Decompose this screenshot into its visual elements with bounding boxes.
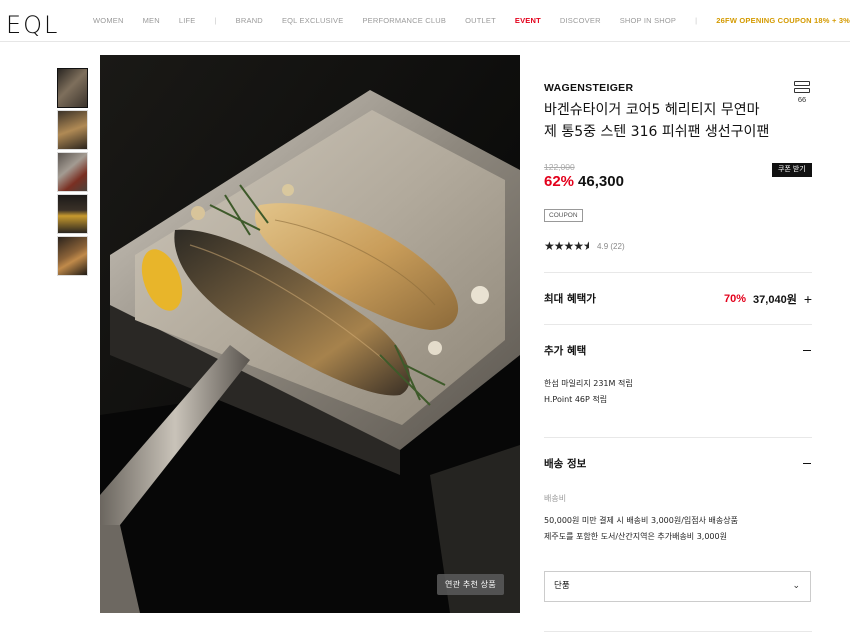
discount-rate: 62% — [544, 173, 575, 190]
rating-score: 4.9 (22) — [597, 241, 625, 251]
shipping-section: 배송 정보 배송비 50,000원 미만 결제 시 배송비 3,000원/입점사… — [544, 437, 812, 571]
thumbnail-4[interactable] — [57, 194, 88, 234]
thumbnail-5[interactable] — [57, 236, 88, 276]
related-products-button[interactable]: 연관 추천 상품 — [437, 574, 505, 595]
get-coupon-button[interactable]: 쿠폰 받기 — [772, 163, 812, 177]
fish-pan-illustration — [100, 55, 520, 613]
nav-brand[interactable]: BRAND — [236, 16, 263, 25]
original-price: 122,000 — [544, 162, 575, 172]
max-benefit-price: 37,040원 — [753, 293, 797, 306]
product-title: 바겐슈타이거 코어5 헤리티지 무연마 제 통5중 스텐 316 피쉬팬 생선구… — [544, 102, 770, 140]
mileage-benefit: 한섬 마일리지 231M 적립 — [544, 379, 633, 388]
hpoint-benefit: H.Point 46P 적립 — [544, 395, 608, 404]
max-benefit-rate: 70% — [724, 292, 747, 305]
nav-outlet[interactable]: OUTLET — [465, 16, 496, 25]
logo[interactable]: EQL — [6, 12, 59, 38]
nav-eql-exclusive[interactable]: EQL EXCLUSIVE — [282, 16, 344, 25]
nav-life[interactable]: LIFE — [179, 16, 196, 25]
coupon-badge: COUPON — [544, 209, 583, 222]
shipping-fee-label: 배송비 — [544, 494, 567, 503]
nav-divider: | — [214, 16, 217, 25]
bookmark-icon — [794, 81, 810, 94]
max-benefit-row[interactable]: 최대 혜택가 70% 37,040원 + — [544, 272, 812, 324]
option-selected-value: 단품 — [554, 581, 570, 591]
divider — [544, 631, 812, 632]
sale-price: 46,300 — [578, 173, 624, 190]
nav-performance-club[interactable]: PERFORMANCE CLUB — [362, 16, 446, 25]
nav-discover[interactable]: DISCOVER — [560, 16, 601, 25]
extra-benefit-label: 추가 혜택 — [544, 345, 587, 357]
nav-shop-in-shop[interactable]: SHOP IN SHOP — [620, 16, 676, 25]
collapse-icon[interactable] — [803, 462, 811, 465]
product-main-image[interactable]: 연관 추천 상품 — [100, 55, 520, 613]
collapse-icon[interactable] — [803, 349, 811, 352]
like-count: 66 — [797, 95, 807, 104]
option-select[interactable]: 단품 ⌄ — [544, 571, 811, 602]
like-button[interactable]: 66 — [793, 81, 811, 104]
nav-divider: | — [695, 16, 698, 25]
nav-coupon-banner[interactable]: 26FW OPENING COUPON 18% + 3% COUPON — [716, 16, 850, 25]
thumbnail-2[interactable] — [57, 110, 88, 150]
shipping-label: 배송 정보 — [544, 458, 587, 470]
shipping-line-1: 50,000원 미만 결제 시 배송비 3,000원/입점사 배송상품 — [544, 516, 738, 525]
brand-name[interactable]: WAGENSTEIGER — [544, 82, 633, 94]
main-nav: WOMEN MEN LIFE | BRAND EQL EXCLUSIVE PER… — [93, 16, 850, 25]
plus-icon[interactable]: + — [804, 291, 812, 307]
star-rating-icon: ★★★★★ — [544, 239, 590, 253]
max-benefit-label: 최대 혜택가 — [544, 293, 596, 305]
thumbnail-1[interactable] — [57, 68, 88, 108]
price-row: 62% 46,300 — [544, 173, 624, 190]
nav-men[interactable]: MEN — [143, 16, 160, 25]
nav-women[interactable]: WOMEN — [93, 16, 124, 25]
thumbnail-list — [57, 68, 89, 278]
chevron-down-icon: ⌄ — [792, 581, 800, 591]
extra-benefit-section: 추가 혜택 한섬 마일리지 231M 적립 H.Point 46P 적립 — [544, 324, 812, 437]
thumbnail-3[interactable] — [57, 152, 88, 192]
shipping-line-2: 제주도를 포함한 도서/산간지역은 추가배송비 3,000원 — [544, 532, 727, 541]
site-header: EQL WOMEN MEN LIFE | BRAND EQL EXCLUSIVE… — [0, 0, 850, 42]
rating[interactable]: ★★★★★ 4.9 (22) — [544, 239, 625, 253]
nav-event[interactable]: EVENT — [515, 16, 541, 25]
